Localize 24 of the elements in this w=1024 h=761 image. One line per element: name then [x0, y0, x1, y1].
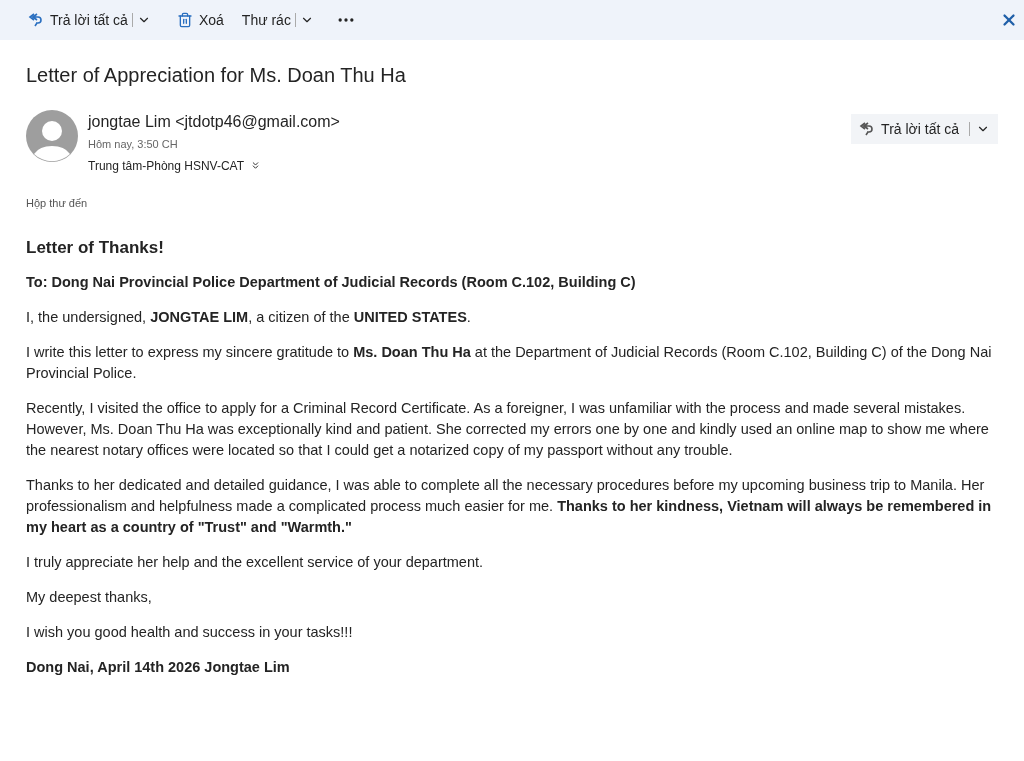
close-icon[interactable]: [1000, 11, 1018, 29]
paragraph: I, the undersigned, JONGTAE LIM, a citizen of the UNITED STATES.: [26, 308, 472, 327]
recipient: Trung tâm-Phòng HSNV-CAT: [88, 157, 245, 175]
timestamp: Hôm nay, 3:50 CH: [88, 137, 179, 152]
folder-label: Hộp thư đến: [26, 195, 89, 211]
avatar: [26, 110, 78, 162]
trash-icon: [176, 12, 193, 28]
paragraph: I wish you good health and success in your tasks!!!: [26, 623, 354, 642]
reply-all-button[interactable]: Trả lời tất cả: [851, 114, 998, 144]
paragraph: I write this letter to express my sincere gratitude to Ms. Doan Thu Ha at the Department of Judicial Records (Room C.102, Building C) of the Dong Nai Provincial Police.: [26, 343, 993, 383]
delete-button[interactable]: Xoá: [176, 9, 224, 31]
reply-all-icon: [28, 12, 44, 28]
paragraph: To: Dong Nai Provincial Police Department of Judicial Records (Room C.102, Building C): [26, 273, 637, 292]
reply-all-button[interactable]: Trả lời tất cả: [28, 9, 128, 31]
sender: jongtae Lim <jtdotp46@gmail.com>: [88, 112, 341, 132]
reply-all-icon: [859, 121, 876, 137]
paragraph: Dong Nai, April 14th 2026 Jongtae Lim: [26, 658, 291, 677]
paragraph: Recently, I visited the office to apply for a Criminal Record Certificate. As a foreigner, I was unfamiliar with the process and made several mistakes. However, Ms. Doan Thu Ha was exceptionally kind and patient. She corrected my errors one by one and kindly used an online map to show me where the nearest notary offices were located so that I could get a notarized copy of my passport without any trouble.: [26, 399, 990, 460]
paragraph: I truly appreciate her help and the excellent service of your department.: [26, 553, 484, 572]
subject: Letter of Appreciation for Ms. Doan Thu Ha: [26, 63, 407, 88]
letter-heading: Letter of Thanks!: [26, 237, 165, 258]
junk-button[interactable]: Thư rác: [241, 9, 291, 31]
paragraph: My deepest thanks,: [26, 588, 153, 607]
paragraph: Thanks to her dedicated and detailed guidance, I was able to complete all the necessary procedures before my upcoming business trip to Manila. Her professionalism and helpfulness made a complicated process much easier for me. Thanks to her kindness, Vietnam will always be remembered in my heart as a country of "Trust" and "Warmth.": [26, 476, 993, 537]
